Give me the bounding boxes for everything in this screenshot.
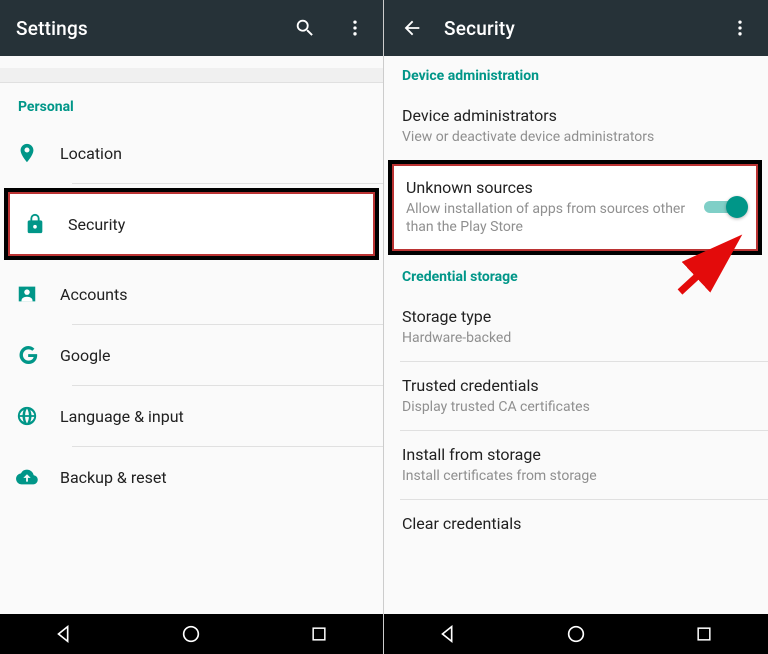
nav-back-icon[interactable] xyxy=(418,623,478,645)
settings-item-backup[interactable]: Backup & reset xyxy=(0,447,383,507)
navbar-left xyxy=(0,614,383,654)
settings-pane: Settings Personal Location xyxy=(0,0,384,654)
nav-home-icon[interactable] xyxy=(546,623,606,645)
settings-item-accounts[interactable]: Accounts xyxy=(0,264,383,324)
security-pane: Security Device administration Device ad… xyxy=(384,0,768,654)
entry-storage-type[interactable]: Storage type Hardware-backed xyxy=(384,293,768,361)
entry-sub: Display trusted CA certificates xyxy=(402,398,750,416)
item-label: Google xyxy=(60,346,111,365)
item-label: Security xyxy=(68,215,125,234)
divider xyxy=(72,183,383,184)
nav-recent-icon[interactable] xyxy=(674,624,734,644)
entry-sub: Hardware-backed xyxy=(402,329,750,347)
entry-sub: Allow installation of apps from sources … xyxy=(406,200,704,236)
backup-icon xyxy=(16,466,60,488)
nav-home-icon[interactable] xyxy=(161,623,221,645)
entry-title: Install from storage xyxy=(402,445,750,464)
entry-install-from-storage[interactable]: Install from storage Install certificate… xyxy=(384,431,768,499)
back-arrow-icon[interactable] xyxy=(394,10,430,46)
highlight-security: Security xyxy=(4,188,379,260)
settings-item-security[interactable]: Security xyxy=(8,192,375,256)
entry-sub: Install certificates from storage xyxy=(402,467,750,485)
section-header-personal: Personal xyxy=(0,83,383,123)
google-icon xyxy=(16,343,60,367)
entry-title: Trusted credentials xyxy=(402,376,750,395)
security-content: Device administration Device administrat… xyxy=(384,56,768,614)
entry-device-admins[interactable]: Device administrators View or deactivate… xyxy=(384,92,768,160)
item-label: Backup & reset xyxy=(60,468,167,487)
appbar-settings: Settings xyxy=(0,0,383,56)
entry-title: Clear credentials xyxy=(402,514,750,533)
settings-item-google[interactable]: Google xyxy=(0,325,383,385)
entry-sub: View or deactivate device administrators xyxy=(402,128,750,146)
appbar-title: Security xyxy=(444,17,708,40)
settings-content: Personal Location Security xyxy=(0,56,383,614)
entry-title: Unknown sources xyxy=(406,178,704,197)
navbar-right xyxy=(384,614,768,654)
entry-unknown-sources[interactable]: Unknown sources Allow installation of ap… xyxy=(392,166,758,248)
globe-icon xyxy=(16,405,60,427)
item-label: Location xyxy=(60,144,122,163)
item-label: Language & input xyxy=(60,407,184,426)
entry-title: Device administrators xyxy=(402,106,750,125)
top-divider xyxy=(0,68,383,83)
accounts-icon xyxy=(16,283,60,305)
nav-recent-icon[interactable] xyxy=(289,624,349,644)
more-icon[interactable] xyxy=(722,10,758,46)
highlight-unknown-sources: Unknown sources Allow installation of ap… xyxy=(388,160,762,254)
section-header-device-admin: Device administration xyxy=(384,56,768,92)
section-header-credential-storage: Credential storage xyxy=(384,257,768,293)
search-icon[interactable] xyxy=(287,10,323,46)
settings-item-language[interactable]: Language & input xyxy=(0,386,383,446)
appbar-title: Settings xyxy=(16,17,273,40)
entry-clear-credentials[interactable]: Clear credentials xyxy=(384,500,768,538)
location-icon xyxy=(16,142,60,164)
nav-back-icon[interactable] xyxy=(34,623,94,645)
unknown-sources-toggle[interactable] xyxy=(704,195,744,219)
settings-item-location[interactable]: Location xyxy=(0,123,383,183)
lock-icon xyxy=(24,213,68,235)
more-icon[interactable] xyxy=(337,10,373,46)
entry-trusted-credentials[interactable]: Trusted credentials Display trusted CA c… xyxy=(384,362,768,430)
appbar-security: Security xyxy=(384,0,768,56)
entry-title: Storage type xyxy=(402,307,750,326)
item-label: Accounts xyxy=(60,285,127,304)
